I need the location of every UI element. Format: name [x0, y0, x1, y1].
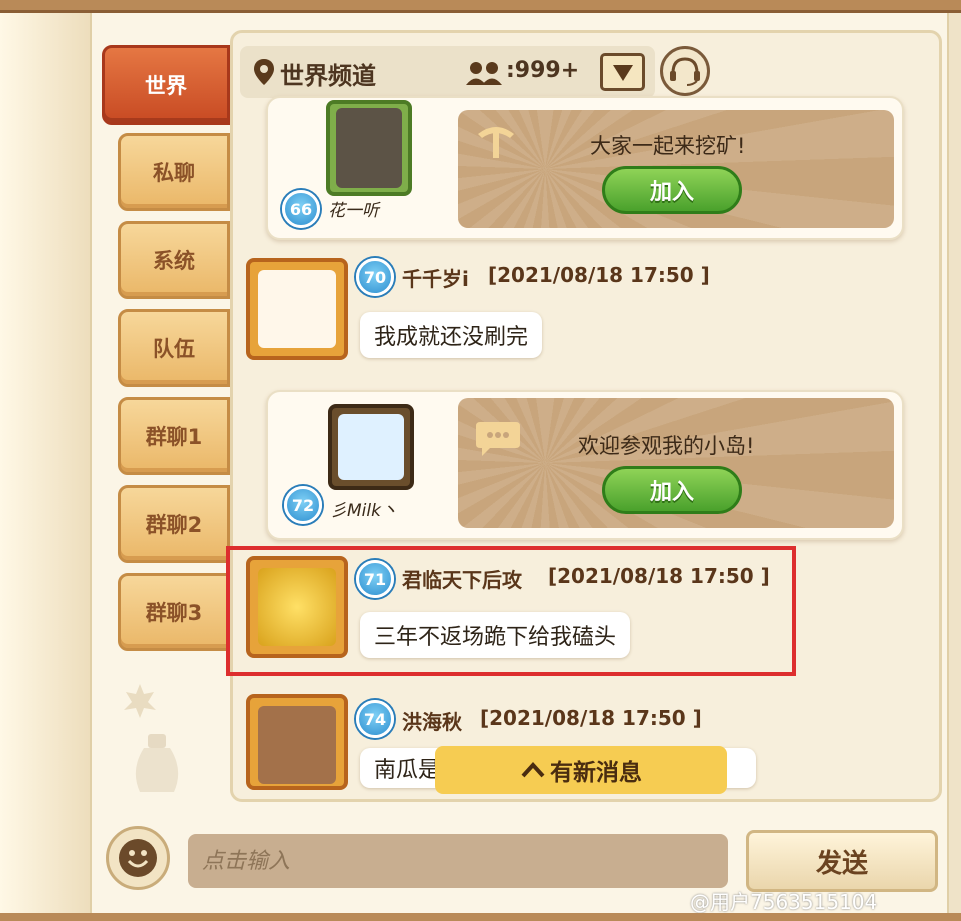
watermark: @用户7563515104: [690, 890, 878, 914]
level-badge: 70: [356, 258, 394, 296]
headset-icon: [670, 57, 700, 86]
tab-group3[interactable]: 群聊3: [118, 573, 230, 651]
tab-label: 私聊: [153, 161, 195, 185]
users-icon: [466, 62, 502, 85]
island-avatar: [326, 100, 412, 196]
top-border: [0, 0, 961, 13]
bottle-icon: [135, 734, 179, 792]
chat-input[interactable]: [188, 834, 728, 888]
tab-group1[interactable]: 群聊1: [118, 397, 230, 475]
island-owner-name: 花一听: [328, 201, 379, 221]
chevron-up-icon: [521, 762, 545, 778]
level-badge: 72: [284, 486, 322, 524]
tab-team[interactable]: 队伍: [118, 309, 230, 387]
online-count: :999+: [506, 58, 580, 83]
tab-system[interactable]: 系统: [118, 221, 230, 299]
join-button[interactable]: 加入: [602, 166, 742, 214]
chevron-down-icon: [613, 65, 633, 81]
tab-label: 群聊1: [145, 425, 203, 449]
island-avatar: [328, 404, 414, 490]
level-badge: 66: [282, 190, 320, 228]
tab-label: 系统: [153, 249, 195, 273]
message-bubble: 我成就还没刷完: [360, 312, 543, 358]
island-card-message: 大家一起来挖矿!: [590, 134, 746, 158]
username[interactable]: 千千岁i: [402, 263, 469, 292]
timestamp: [2021/08/18 17:50 ]: [488, 263, 710, 287]
left-page: [0, 13, 95, 913]
new-message-banner[interactable]: 有新消息: [435, 746, 727, 794]
bottom-border: [0, 913, 961, 921]
island-owner-name: 彡Milk丶: [330, 501, 398, 521]
user-avatar[interactable]: [246, 258, 348, 360]
level-badge: 74: [356, 700, 394, 738]
new-message-label: 有新消息: [550, 760, 642, 786]
map-pin-icon: [254, 59, 274, 85]
tab-world[interactable]: 世界: [102, 45, 230, 125]
channel-title: 世界频道: [280, 62, 376, 90]
tab-label: 群聊2: [145, 513, 203, 537]
send-button[interactable]: 发送: [746, 830, 938, 892]
join-button[interactable]: 加入: [602, 466, 742, 514]
tab-label: 群聊3: [145, 601, 203, 625]
customer-service-button[interactable]: [660, 46, 710, 96]
leaf-icon: [124, 684, 156, 718]
tab-label: 世界: [145, 74, 187, 98]
tab-group2[interactable]: 群聊2: [118, 485, 230, 563]
smiley-icon: [119, 839, 157, 877]
tab-private[interactable]: 私聊: [118, 133, 230, 211]
username[interactable]: 洪海秋: [402, 706, 462, 735]
timestamp: [2021/08/18 17:50 ]: [480, 706, 702, 730]
channel-dropdown-button[interactable]: [600, 53, 645, 91]
chat-bubble-icon: [476, 422, 520, 456]
island-card-message: 欢迎参观我的小岛!: [578, 434, 755, 458]
pickaxe-icon: [478, 127, 514, 158]
user-avatar[interactable]: [246, 694, 348, 790]
emoji-button[interactable]: [106, 826, 170, 890]
tab-label: 队伍: [153, 337, 195, 361]
highlight-box: [226, 546, 796, 676]
